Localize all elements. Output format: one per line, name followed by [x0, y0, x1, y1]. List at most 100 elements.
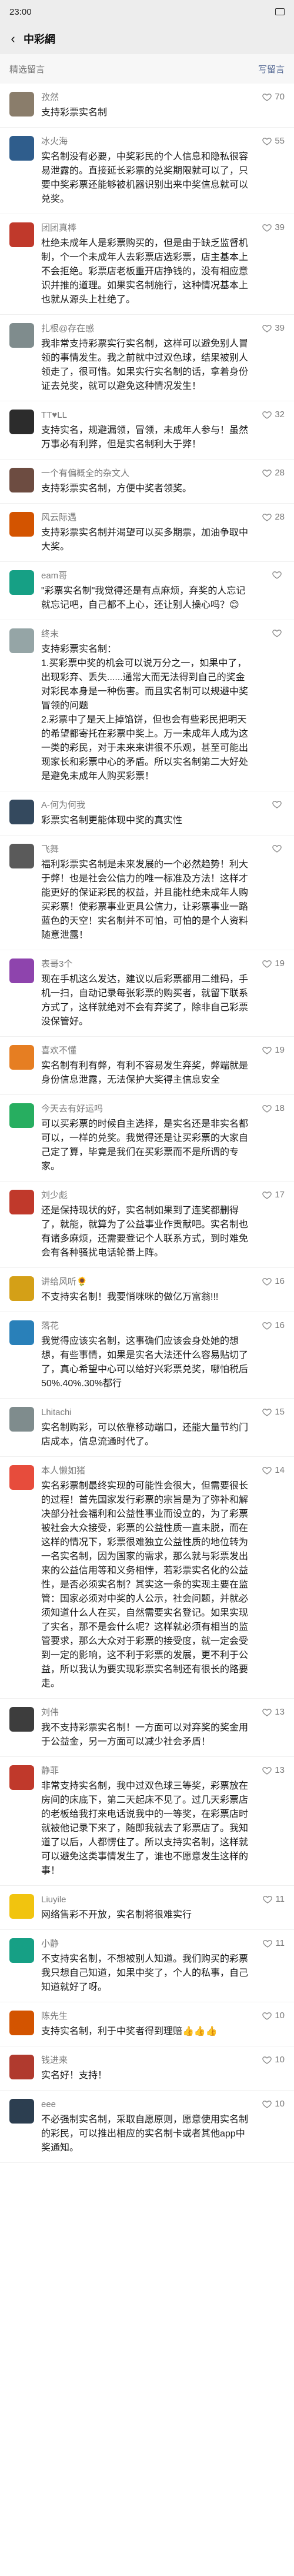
like-count: 55	[275, 136, 285, 146]
avatar[interactable]	[9, 628, 34, 653]
avatar[interactable]	[9, 323, 34, 348]
like-button[interactable]: 10	[262, 2011, 285, 2021]
like-button[interactable]: 15	[262, 1407, 285, 1417]
like-button[interactable]: 32	[262, 410, 285, 420]
comment-text: 实名制有利有弊，有利不容易发生弃奖，弊端就是身份信息泄露，无法保护大奖得主信息安…	[41, 1061, 249, 1085]
avatar[interactable]	[9, 2055, 34, 2079]
heart-icon	[262, 410, 272, 420]
like-button[interactable]: 28	[262, 512, 285, 522]
comment-item: 讲给风听🌻 不支持实名制！我要悄咪咪的做亿万富翁!!! 16	[0, 1268, 294, 1312]
like-button[interactable]	[272, 844, 285, 853]
like-button[interactable]: 10	[262, 2055, 285, 2065]
heart-icon	[262, 512, 272, 522]
like-button[interactable]: 13	[262, 1707, 285, 1717]
avatar[interactable]	[9, 1765, 34, 1790]
heart-icon	[263, 1939, 273, 1948]
commenter-name: eam哥	[41, 571, 68, 581]
avatar[interactable]	[9, 1707, 34, 1732]
like-button[interactable]: 70	[262, 92, 285, 102]
avatar[interactable]	[9, 570, 34, 595]
comment-text: 彩票实名制更能体现中奖的真实性	[41, 816, 183, 826]
avatar[interactable]	[9, 222, 34, 247]
commenter-name: 风云际遇	[41, 512, 77, 522]
comment-body: 表哥3个现在手机这么发达，建议以后彩票都用二维码，手机一扫，自动记录每张彩票的购…	[41, 958, 285, 1029]
battery-icon	[275, 8, 285, 15]
comment-body: 孜然 支持彩票实名制	[41, 92, 285, 120]
avatar[interactable]	[9, 1045, 34, 1070]
avatar[interactable]	[9, 1190, 34, 1214]
heart-icon	[262, 959, 272, 969]
avatar[interactable]	[9, 2011, 34, 2035]
comment-body: 扎根@存在感 我非常支持彩票实行实名制，这样可以避免别人冒领的事情发生。我之前就中…	[41, 323, 285, 394]
like-count: 19	[275, 1045, 285, 1055]
avatar[interactable]	[9, 512, 34, 537]
comment-body: 风云际遇 支持彩票实名制并渴望可以买多期票，加油争取中大奖。	[41, 512, 285, 554]
comment-text: 不必强制实名制，采取自愿原则，愿意使用实名制的彩民，可以推出相应的实名制卡或者其…	[41, 2115, 249, 2153]
like-button[interactable]: 19	[262, 958, 285, 969]
like-button[interactable]: 39	[262, 222, 285, 232]
commenter-name: 今天去有好运吗	[41, 1104, 103, 1114]
comment-text: 支持实名，规避漏领，冒领，未成年人参与！虽然万事必有利弊，但是实名制利大于弊！	[41, 425, 249, 450]
comment-text: 我不支持彩票实名制！一方面可以对弃奖的奖金用于公益金，另一方面可以减少社会矛盾！	[41, 1723, 249, 1747]
comment-item: eee 不必强制实名制，采取自愿原则，愿意使用实名制的彩民，可以推出相应的实名制卡…	[0, 2091, 294, 2163]
avatar[interactable]	[9, 1894, 34, 1919]
like-button[interactable]: 11	[263, 1938, 285, 1948]
like-button[interactable]	[272, 800, 285, 809]
comment-list: 孜然 支持彩票实名制 70 冰火海 实名制没有必要，中奖彩民的个人信息和隐私很容易泄露的…	[0, 84, 294, 2163]
commenter-name: Liuyile	[41, 1895, 66, 1905]
commenter-name: 小静	[41, 1939, 59, 1949]
like-button[interactable]: 11	[263, 1894, 285, 1904]
avatar[interactable]	[9, 958, 34, 983]
like-button[interactable]: 18	[262, 1103, 285, 1113]
like-count: 13	[275, 1765, 285, 1775]
comment-text: 不支持实名制！我要悄咪咪的做亿万富翁!!!	[41, 1292, 219, 1302]
like-button[interactable]	[272, 628, 285, 638]
comment-item: Liuyile 网络售彩不开放，实名制将很难实行 11	[0, 1886, 294, 1930]
avatar[interactable]	[9, 1103, 34, 1128]
like-button[interactable]: 19	[262, 1045, 285, 1055]
avatar[interactable]	[9, 410, 34, 434]
avatar[interactable]	[9, 136, 34, 161]
like-button[interactable]: 17	[262, 1190, 285, 1200]
comment-text: 现在手机这么发达，建议以后彩票都用二维码，手机一扫，自动记录每张彩票的购买者，就…	[41, 974, 249, 1027]
like-count: 39	[275, 323, 285, 333]
avatar[interactable]	[9, 800, 34, 824]
avatar[interactable]	[9, 1320, 34, 1345]
comment-body: 飞舞 福利彩票实名制是未来发展的一个必然趋势！利大于弊！也是社会公信力的唯一标准及…	[41, 844, 285, 943]
comment-body: Liuyile 网络售彩不开放，实名制将很难实行	[41, 1894, 285, 1922]
comment-body: A-何为何我 彩票实名制更能体现中奖的真实性	[41, 800, 285, 828]
comment-item: 本人懒如猪 实名彩票制最终实现的可能性会很大，但需要很长的过程！首先国家发行彩票的…	[0, 1457, 294, 1699]
avatar[interactable]	[9, 468, 34, 492]
like-button[interactable]: 55	[262, 136, 285, 146]
like-button[interactable]: 13	[262, 1765, 285, 1775]
avatar[interactable]	[9, 92, 34, 117]
like-button[interactable]: 28	[262, 468, 285, 478]
avatar[interactable]	[9, 1407, 34, 1432]
like-button[interactable]: 10	[262, 2099, 285, 2109]
commenter-name: 表哥3个	[41, 959, 73, 969]
heart-icon	[262, 1407, 272, 1417]
avatar[interactable]	[9, 2099, 34, 2124]
avatar[interactable]	[9, 1938, 34, 1963]
avatar[interactable]	[9, 1276, 34, 1301]
like-button[interactable]	[272, 570, 285, 580]
comment-text: 支持实名制，利于中奖者得到理赔👍👍👍	[41, 2026, 218, 2036]
avatar[interactable]	[9, 844, 34, 868]
comment-text: 支持彩票实名制，方便中奖者领奖。	[41, 484, 192, 494]
comment-item: 落花 我觉得应该实名制，这事确们应该会身处她的想想，有些事情，如果是实名大法还什么…	[0, 1312, 294, 1399]
like-count: 15	[275, 1407, 285, 1417]
like-button[interactable]: 16	[262, 1276, 285, 1286]
like-button[interactable]: 39	[262, 323, 285, 333]
commenter-name: eee	[41, 2099, 56, 2109]
like-button[interactable]: 16	[262, 1320, 285, 1330]
comment-text: 不支持实名制，不想被别人知道。我们购买的彩票我只想自己知道，如果中奖了，个人的私…	[41, 1954, 249, 1992]
heart-icon	[272, 570, 282, 580]
like-count: 10	[275, 2055, 285, 2065]
write-comment-button[interactable]: 写留言	[258, 63, 285, 75]
heart-icon	[272, 844, 282, 853]
comment-item: 表哥3个现在手机这么发达，建议以后彩票都用二维码，手机一扫，自动记录每张彩票的购…	[0, 950, 294, 1037]
avatar[interactable]	[9, 1465, 34, 1490]
nav-bar: ‹ 中彩網	[0, 24, 294, 54]
back-icon[interactable]: ‹	[7, 31, 19, 46]
like-button[interactable]: 14	[262, 1465, 285, 1475]
